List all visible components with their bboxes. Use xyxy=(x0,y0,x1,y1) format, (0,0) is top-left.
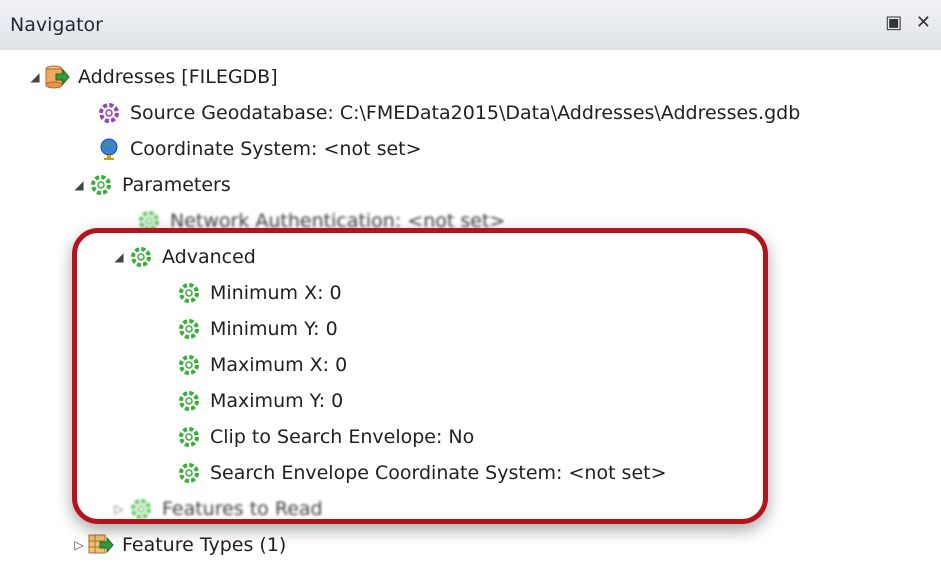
collapse-arrow-icon[interactable]: ◢ xyxy=(26,60,44,94)
collapse-arrow-icon[interactable]: ◢ xyxy=(70,168,88,202)
gear-icon xyxy=(88,172,114,198)
navigator-header: Navigator ▣ ✕ xyxy=(0,0,941,51)
highlight-annotation xyxy=(72,228,768,524)
window-controls[interactable]: ▣ ✕ xyxy=(885,12,935,33)
tree-item-addresses[interactable]: ◢ Addresses [FILEGDB] xyxy=(26,60,278,94)
tree-item-parameters[interactable]: ◢ Parameters xyxy=(70,168,231,202)
tree-item-source-gdb[interactable]: Source Geodatabase: C:\FMEData2015\Data\… xyxy=(96,96,800,130)
feature-types-icon xyxy=(88,532,114,558)
tree-item-label: Parameters xyxy=(122,174,231,196)
navigator-title: Navigator xyxy=(10,14,103,36)
tree-item-label: Feature Types (1) xyxy=(122,534,287,556)
tree-item-label: Source Geodatabase: C:\FMEData2015\Data\… xyxy=(130,102,801,124)
tree-item-label: Addresses [FILEGDB] xyxy=(78,66,278,88)
tree-item-label: Coordinate System: <not set> xyxy=(130,138,422,160)
tree-item-feature-types[interactable]: ▷ Feature Types (1) xyxy=(70,528,286,562)
navigator-tree: ◢ Addresses [FILEGDB] Source Geodatabase… xyxy=(0,50,941,563)
globe-icon xyxy=(96,136,122,162)
gear-icon xyxy=(96,100,122,126)
database-reader-icon xyxy=(44,64,70,90)
expand-arrow-icon[interactable]: ▷ xyxy=(70,528,88,562)
tree-item-coordinate-system[interactable]: Coordinate System: <not set> xyxy=(96,132,422,166)
